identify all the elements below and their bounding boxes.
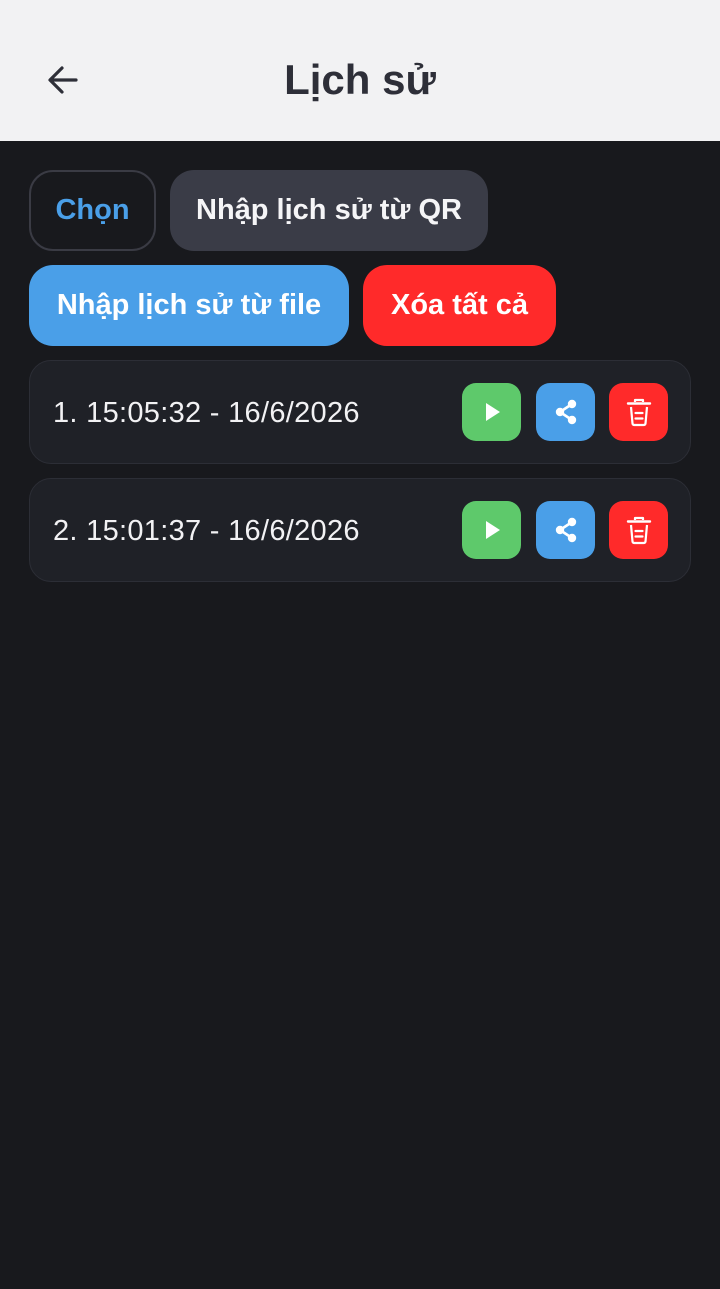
history-content: Chọn Nhập lịch sử từ QR Nhập lịch sử từ … [0,141,720,1289]
page-title: Lịch sử [284,56,436,103]
history-item[interactable]: 1. 15:05:32 - 16/6/2026 [29,360,691,464]
play-icon [485,403,500,421]
trash-icon [626,398,651,427]
share-button[interactable] [536,501,595,559]
delete-button[interactable] [609,501,668,559]
app-header: Lịch sử [0,0,720,141]
history-item[interactable]: 2. 15:01:37 - 16/6/2026 [29,478,691,582]
play-button[interactable] [462,501,521,559]
import-file-button[interactable]: Nhập lịch sử từ file [29,265,349,346]
play-button[interactable] [462,383,521,441]
delete-button[interactable] [609,383,668,441]
play-icon [485,521,500,539]
clear-all-button[interactable]: Xóa tất cả [363,265,556,346]
import-qr-button[interactable]: Nhập lịch sử từ QR [170,170,488,251]
history-item-label: 1. 15:05:32 - 16/6/2026 [53,396,360,429]
history-item-label: 2. 15:01:37 - 16/6/2026 [53,514,360,547]
trash-icon [626,516,651,545]
share-button[interactable] [536,383,595,441]
select-button[interactable]: Chọn [29,170,156,251]
share-icon [555,517,576,543]
share-icon [555,399,576,425]
